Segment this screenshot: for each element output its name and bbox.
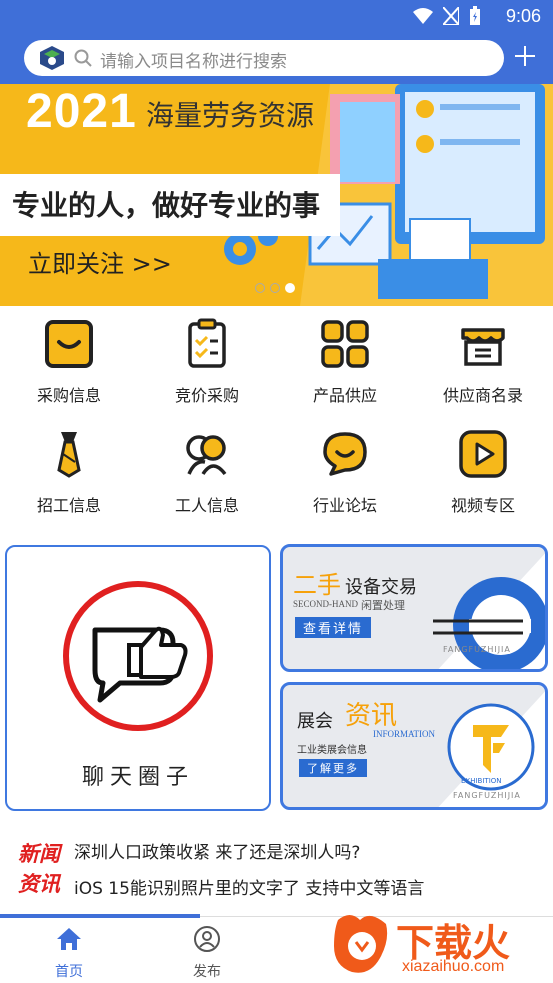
search-icon: [74, 49, 92, 67]
news-ticker: 新闻 资讯 深圳人口政策收紧 来了还是深圳人吗? iOS 15能识别照片里的文字…: [0, 830, 553, 910]
carousel-dot[interactable]: [255, 283, 265, 293]
banner-year: 2021: [26, 85, 137, 138]
secondhand-sub-en: SECOND-HAND: [293, 599, 358, 609]
search-bar[interactable]: 请输入项目名称进行搜索: [24, 40, 504, 76]
app-header: 请输入项目名称进行搜索: [0, 32, 553, 84]
apps-grid-icon: [321, 320, 369, 368]
home-icon: [57, 928, 81, 950]
grid-label: 招工信息: [36, 496, 101, 515]
tab-home[interactable]: 首页: [29, 925, 109, 981]
grid-label: 工人信息: [174, 496, 239, 515]
grid-item-recruit[interactable]: 招工信息: [0, 416, 138, 526]
secondhand-title-2: 设备交易: [345, 577, 417, 598]
expo-title-1: 展会: [297, 711, 333, 732]
watermark: 下载火 xiazaihuo.com: [330, 910, 550, 980]
user-icon: [194, 926, 220, 952]
shopping-bag-icon: [45, 320, 93, 368]
clipboard-icon: [188, 318, 226, 368]
tie-icon: [57, 432, 81, 478]
expo-sub-en: INFORMATION: [373, 729, 436, 739]
expo-title-2: 资讯: [345, 701, 398, 731]
wifi-icon: [413, 8, 433, 24]
grid-label: 竞价采购: [174, 386, 239, 405]
secondhand-brand: FANGFUZHIJIA: [443, 645, 511, 654]
workers-icon: [186, 435, 227, 476]
grid-item-supply[interactable]: 产品供应: [276, 306, 414, 416]
watermark-site: xiazaihuo.com: [402, 958, 505, 975]
secondhand-detail-button[interactable]: 查看详情: [295, 617, 372, 638]
grid-label: 视频专区: [450, 496, 515, 515]
watermark-logo-icon: [334, 915, 388, 973]
grid-label: 行业论坛: [312, 496, 377, 515]
secondhand-title-1: 二手: [293, 571, 341, 599]
tab-publish[interactable]: 发布: [167, 925, 247, 981]
secondhand-sub-cn: 闲置处理: [361, 599, 405, 612]
thumbs-up-chat-icon: [92, 626, 188, 703]
tab-home-label: 首页: [55, 964, 83, 980]
play-icon: [459, 430, 507, 478]
secondhand-card[interactable]: 二手 设备交易 SECOND-HAND 闲置处理 查看详情 FANGFUZHIJ…: [280, 544, 548, 672]
expo-sub-cn: 工业类展会信息: [297, 745, 367, 756]
chat-circle-card[interactable]: 聊天圈子: [5, 545, 271, 811]
grid-item-workers[interactable]: 工人信息: [138, 416, 276, 526]
status-time: 9:06: [505, 6, 541, 26]
grid-label: 供应商名录: [442, 386, 523, 405]
banner-slogan: 专业的人，做好专业的事: [12, 189, 321, 222]
grid-item-purchase[interactable]: 采购信息: [0, 306, 138, 416]
banner-slogan-strip: 专业的人，做好专业的事: [0, 174, 340, 236]
news-tag: 新闻: [18, 842, 60, 866]
carousel-dot[interactable]: [270, 283, 280, 293]
add-icon[interactable]: [511, 42, 539, 70]
grid-item-forum[interactable]: 行业论坛: [276, 416, 414, 526]
tab-publish-label: 发布: [193, 964, 221, 980]
news-item[interactable]: iOS 15能识别照片里的文字了 支持中文等语言: [74, 874, 424, 899]
expo-badge: EXHIBITION: [461, 777, 502, 785]
info-tag: 资讯: [18, 872, 60, 896]
grid-label: 产品供应: [312, 386, 377, 405]
chat-circle-title: 聊天圈子: [81, 765, 194, 790]
signal-icon: [443, 7, 459, 25]
expo-brand: FANGFUZHIJIA: [453, 791, 521, 800]
search-placeholder[interactable]: 请输入项目名称进行搜索: [100, 47, 287, 72]
grid-item-video[interactable]: 视频专区: [414, 416, 552, 526]
grid-item-bidding[interactable]: 竞价采购: [138, 306, 276, 416]
page-load-progress: [0, 914, 200, 918]
app-logo-icon: [40, 46, 64, 70]
expo-card[interactable]: 展会 资讯 INFORMATION 工业类展会信息 了解更多 EXHIBITIO…: [280, 682, 548, 810]
grid-label: 采购信息: [36, 386, 101, 405]
carousel-dot-active[interactable]: [285, 283, 295, 293]
promo-banner[interactable]: 2021 海量劳务资源 专业的人，做好专业的事 立即关注 >>: [0, 84, 553, 306]
status-bar: 9:06: [0, 0, 553, 32]
chat-bubble-icon: [323, 432, 367, 476]
news-item[interactable]: 深圳人口政策收紧 来了还是深圳人吗?: [74, 838, 360, 863]
expo-more-button[interactable]: 了解更多: [299, 759, 367, 777]
grid-item-suppliers[interactable]: 供应商名录: [414, 306, 552, 416]
banner-cta[interactable]: 立即关注 >>: [28, 244, 172, 279]
store-icon: [461, 328, 505, 366]
banner-title: 海量劳务资源: [146, 99, 315, 132]
battery-icon: [470, 6, 480, 25]
carousel-indicator: [255, 283, 295, 293]
